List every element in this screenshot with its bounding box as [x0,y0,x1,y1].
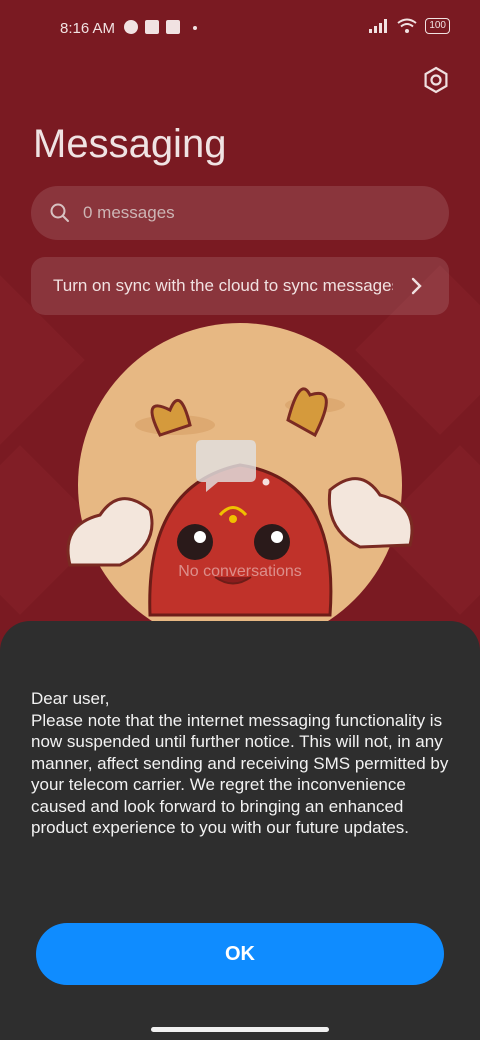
ok-button[interactable]: OK [36,923,444,985]
home-indicator[interactable] [151,1027,329,1032]
notification-icon [145,20,159,34]
sync-banner[interactable]: Turn on sync with the cloud to sync mess… [31,257,449,315]
more-notifications-dot [193,26,197,30]
settings-icon[interactable] [420,64,452,96]
sync-banner-text: Turn on sync with the cloud to sync mess… [53,276,393,295]
status-time: 8:16 AM [60,20,116,37]
page-title: Messaging [33,122,227,166]
signal-icon [369,19,388,33]
notice-greeting: Dear user, [31,689,110,708]
notice-body: Please note that the internet messaging … [31,710,449,838]
status-bar: 8:16 AM 100 [0,0,480,56]
wifi-icon [397,18,417,33]
message-bubble-icon [196,440,270,492]
notice-text: Dear user, Please note that the internet… [31,688,461,839]
empty-state-label: No conversations [178,563,302,580]
notification-icon [124,20,138,34]
notification-icon [166,20,180,34]
search-bar[interactable] [31,186,449,240]
search-input[interactable] [81,202,405,224]
search-icon [50,203,69,222]
battery-icon: 100 [425,18,450,34]
chevron-right-icon [411,277,422,295]
